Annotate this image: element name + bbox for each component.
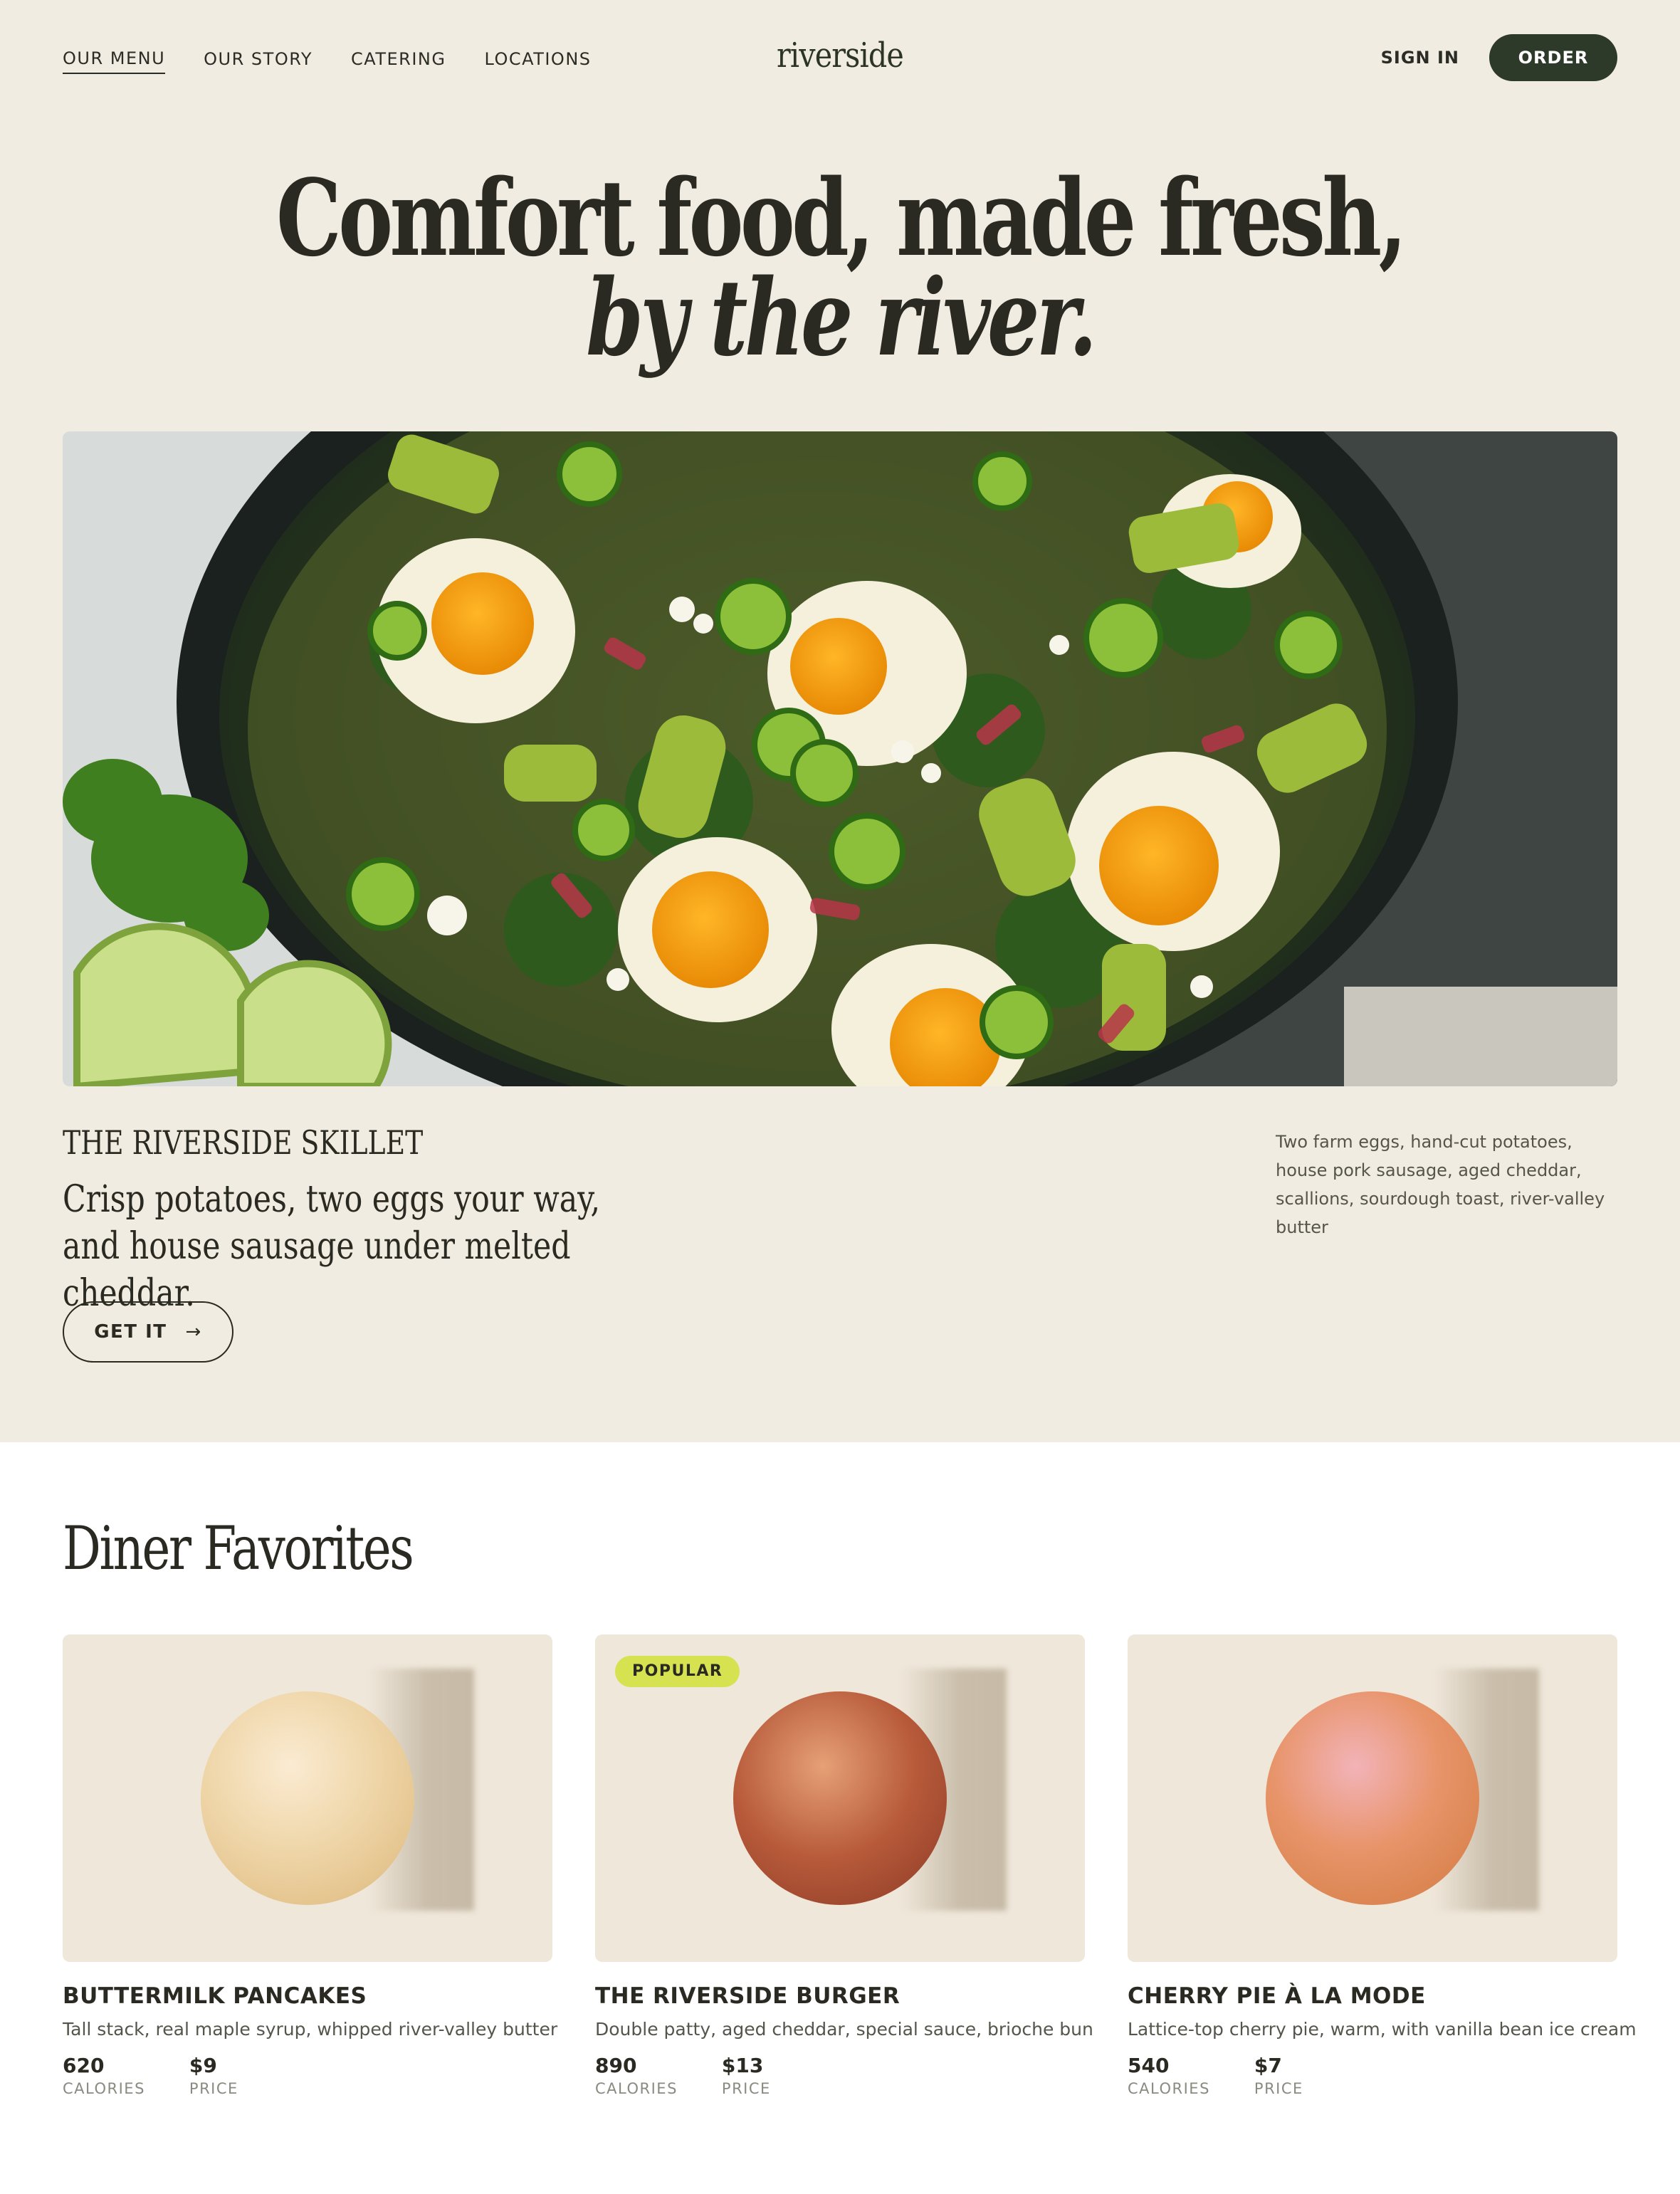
menu-card-stats: 620 CALORIES $9 PRICE [63, 2054, 552, 2097]
order-button[interactable]: ORDER [1489, 34, 1617, 81]
calories-value: 620 [63, 2054, 105, 2077]
hero-image-skillet [63, 431, 1617, 1086]
menu-card-image [1128, 1634, 1617, 1962]
calories-value: 890 [595, 2054, 637, 2077]
nav-catering[interactable]: CATERING [351, 46, 446, 69]
price-label: PRICE [721, 2080, 771, 2097]
menu-card-name: THE RIVERSIDE BURGER [595, 1983, 901, 2009]
burger-image [733, 1691, 947, 1905]
nav-links: OUR MENU OUR STORY CATERING LOCATIONS [63, 34, 592, 81]
calories-stat: 620 CALORIES [63, 2054, 145, 2097]
skillet-illustration [63, 431, 1617, 1086]
menu-card-name: BUTTERMILK PANCAKES [63, 1983, 367, 2009]
calories-label: CALORIES [595, 2080, 678, 2097]
arrow-right-icon: → [185, 1321, 202, 1343]
menu-card-image [63, 1634, 552, 1962]
headline-line-1: Comfort food, made fresh, [275, 156, 1407, 280]
nav-our-menu[interactable]: OUR MENU [63, 46, 166, 74]
headline-line-2: by the river. [586, 256, 1097, 379]
price-value: $7 [1254, 2054, 1282, 2077]
sign-in-link[interactable]: SIGN IN [1381, 48, 1459, 68]
nav-locations[interactable]: LOCATIONS [484, 46, 591, 69]
menu-card-description: Tall stack, real maple syrup, whipped ri… [63, 2019, 558, 2040]
calories-label: CALORIES [63, 2080, 145, 2097]
nav-actions: SIGN IN ORDER [1381, 34, 1617, 81]
feature-description: Crisp potatoes, two eggs your way, and h… [63, 1178, 601, 1315]
price-stat: $13 PRICE [722, 2054, 771, 2097]
menu-card[interactable]: CHERRY PIE À LA MODE Lattice-top cherry … [1128, 1634, 1637, 2097]
price-value: $9 [189, 2054, 217, 2077]
calories-value: 540 [1128, 2054, 1170, 2077]
pancakes-image [201, 1691, 414, 1905]
logo[interactable]: riverside [767, 36, 914, 75]
menu-card-description: Double patty, aged cheddar, special sauc… [595, 2019, 1093, 2040]
calories-label: CALORIES [1128, 2080, 1210, 2097]
menu-card[interactable]: POPULAR THE RIVERSIDE BURGER Double patt… [595, 1634, 1093, 2097]
feature-kicker: THE RIVERSIDE SKILLET [63, 1123, 424, 1162]
top-nav: OUR MENU OUR STORY CATERING LOCATIONS ri… [63, 34, 1617, 81]
nav-our-story[interactable]: OUR STORY [204, 46, 313, 69]
feature-details: Two farm eggs, hand-cut potatoes, house … [1276, 1132, 1605, 1237]
cherry-pie-image [1266, 1691, 1479, 1905]
menu-card-stats: 890 CALORIES $13 PRICE [595, 2054, 1085, 2097]
menu-card-stats: 540 CALORIES $7 PRICE [1128, 2054, 1617, 2097]
calories-stat: 890 CALORIES [595, 2054, 678, 2097]
menu-card-description: Lattice-top cherry pie, warm, with vanil… [1128, 2019, 1637, 2040]
price-stat: $7 PRICE [1254, 2054, 1303, 2097]
menu-card[interactable]: BUTTERMILK PANCAKES Tall stack, real map… [63, 1634, 558, 2097]
menu-card-image: POPULAR [595, 1634, 1085, 1962]
calories-stat: 540 CALORIES [1128, 2054, 1210, 2097]
price-value: $13 [721, 2054, 764, 2077]
favorites-list: BUTTERMILK PANCAKES Tall stack, real map… [63, 1634, 1637, 2097]
price-stat: $9 PRICE [189, 2054, 238, 2097]
hero-headline: Comfort food, made fresh, by the river. [0, 165, 1680, 370]
menu-card-name: CHERRY PIE À LA MODE [1128, 1983, 1426, 2009]
favorites-title: Diner Favorites [63, 1513, 414, 1583]
price-label: PRICE [1254, 2080, 1303, 2097]
price-label: PRICE [189, 2080, 238, 2097]
popular-badge: POPULAR [615, 1656, 740, 1687]
logo-text: riverside [777, 36, 904, 75]
hero-section: OUR MENU OUR STORY CATERING LOCATIONS ri… [0, 0, 1680, 1442]
get-it-button[interactable]: GET IT → [63, 1301, 233, 1363]
get-it-label: GET IT [94, 1321, 167, 1343]
